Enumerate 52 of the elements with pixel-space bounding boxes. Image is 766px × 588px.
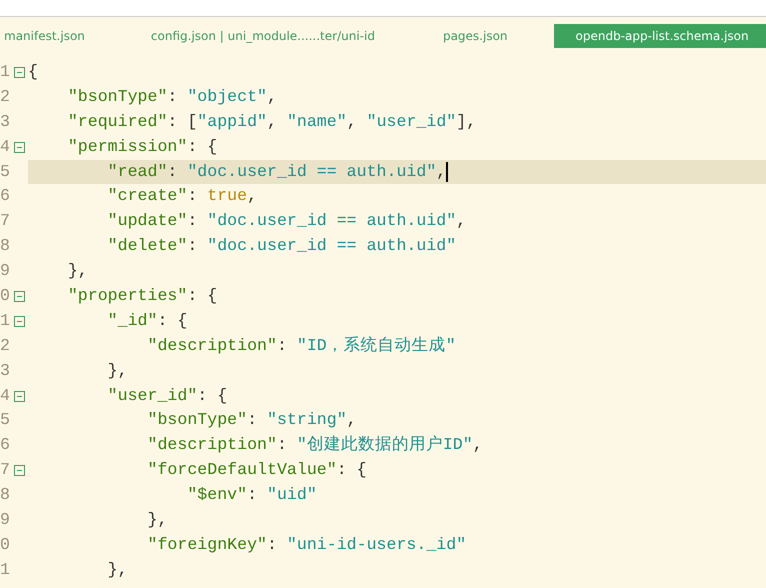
line-number: 9	[0, 260, 10, 282]
line-number: 7	[0, 459, 10, 482]
code-line: "bsonType": "object",	[66, 86, 277, 108]
file-tab[interactable]: config.json | uni_module......ter/uni-id	[140, 24, 385, 48]
code-line: },	[146, 509, 168, 532]
code-line: },	[106, 558, 128, 581]
line-number: 1	[0, 310, 10, 332]
code-line: "forceDefaultValue": {	[146, 459, 367, 482]
line-number: 7	[0, 210, 10, 232]
line-number: 4	[0, 136, 10, 158]
code-line: "$env": "uid"	[186, 484, 317, 506]
line-number: 5	[0, 160, 10, 183]
code-line: "bsonType": "string",	[146, 409, 357, 432]
line-number: 3	[0, 360, 10, 382]
fold-toggle-icon[interactable]	[14, 66, 24, 78]
line-number: 3	[0, 110, 10, 133]
line-number: 0	[0, 534, 10, 556]
code-line: },	[106, 360, 128, 382]
fold-toggle-icon[interactable]	[14, 390, 24, 402]
fold-toggle-icon[interactable]	[14, 465, 24, 476]
code-line: "user_id": {	[106, 384, 228, 407]
file-tab[interactable]: pages.json	[432, 24, 518, 48]
file-tab[interactable]: manifest.json	[0, 24, 95, 48]
code-line: "description": "创建此数据的用户ID",	[146, 434, 483, 456]
code-line: "update": "doc.user_id == auth.uid",	[106, 210, 466, 232]
code-line: "read": "doc.user_id == auth.uid",	[106, 160, 446, 183]
line-number: 6	[0, 434, 10, 456]
code-line: {	[28, 61, 38, 83]
fold-toggle-icon[interactable]	[14, 290, 24, 302]
line-number: 1	[0, 558, 10, 581]
line-number: 9	[0, 509, 10, 532]
code-line: "description": "ID，系统自动生成"	[146, 334, 456, 357]
line-number: 2	[0, 86, 10, 108]
code-line: "required": ["appid", "name", "user_id"],	[66, 110, 476, 133]
line-number: 6	[0, 185, 10, 208]
code-line: "properties": {	[66, 285, 218, 308]
line-number: 0	[0, 285, 10, 308]
code-line: "delete": "doc.user_id == auth.uid"	[106, 235, 456, 258]
file-tab[interactable]: opendb-app-list.schema.json	[554, 24, 766, 48]
fold-toggle-icon[interactable]	[14, 316, 24, 327]
line-number: 8	[0, 484, 10, 506]
code-line: "_id": {	[106, 310, 188, 332]
line-number: 2	[0, 334, 10, 357]
line-number: 8	[0, 235, 10, 258]
line-number: 1	[0, 61, 10, 83]
line-number: 5	[0, 409, 10, 432]
code-line: "foreignKey": "uni-id-users._id"	[146, 534, 466, 556]
code-line: "permission": {	[66, 136, 218, 158]
code-line: },	[66, 260, 88, 282]
fold-toggle-icon[interactable]	[14, 142, 24, 153]
code-line: "create": true,	[106, 185, 258, 208]
line-number: 4	[0, 384, 10, 407]
